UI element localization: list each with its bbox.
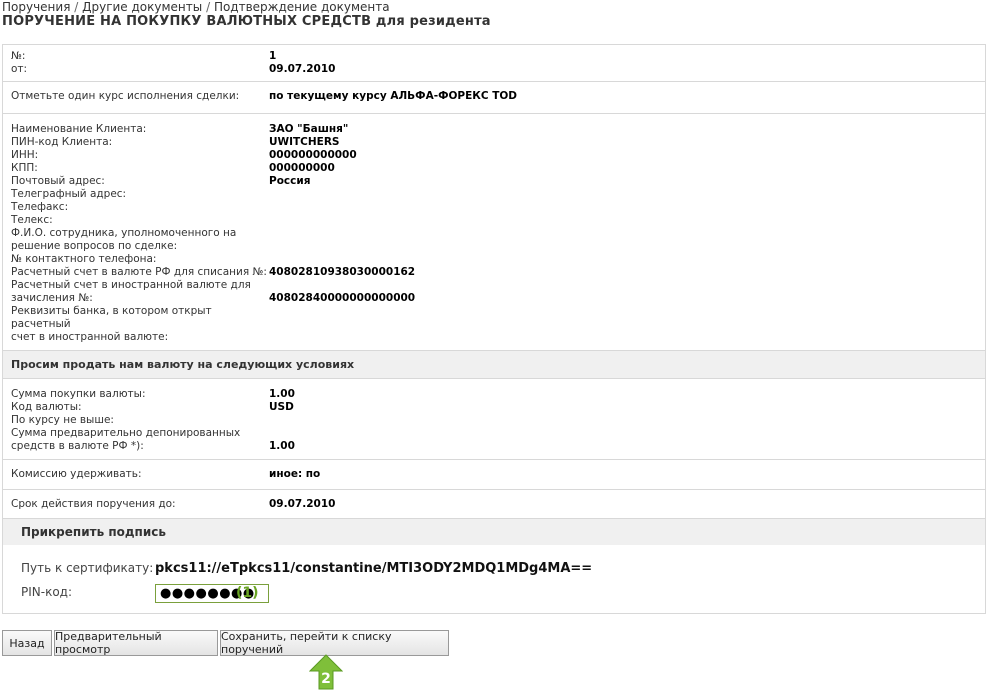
rub-account-label: Расчетный счет в валюте РФ для списания … — [11, 266, 267, 278]
fax-label: Телефакс: — [11, 201, 69, 213]
fx-account-label-line2: зачисления №: — [11, 292, 93, 304]
post-label: Почтовый адрес: — [11, 175, 105, 187]
signature-panel: Прикрепить подпись Путь к сертификату: p… — [2, 518, 986, 614]
currency-code-label: Код валюты: — [11, 401, 82, 413]
certificate-path: pkcs11://eTpkcs11/constantine/MTI3ODY2MD… — [155, 561, 593, 576]
post-value: Россия — [269, 175, 311, 187]
phone-label: № контактного телефона: — [11, 253, 157, 265]
currency-code-value: USD — [269, 401, 294, 413]
doc-number-section: №: 1 от: 09.07.2010 — [3, 45, 985, 82]
rate-value: по текущему курсу АЛЬФА-ФОРЕКС TOD — [269, 90, 518, 102]
client-name-value: ЗАО "Башня" — [269, 123, 349, 135]
amount-value: 1.00 — [269, 388, 295, 400]
date-label: от: — [11, 63, 28, 75]
document-panel: №: 1 от: 09.07.2010 Отметьте один курс исп… — [2, 44, 986, 520]
breadcrumb-item-orders[interactable]: Поручения — [2, 0, 70, 14]
kpp-label: КПП: — [11, 162, 38, 174]
page-title: ПОРУЧЕНИЕ НА ПОКУПКУ ВАЛЮТНЫХ СРЕДСТВ дл… — [2, 14, 491, 29]
client-section: Наименование Клиента: ЗАО "Башня" ПИН-код… — [3, 114, 985, 351]
preview-button[interactable]: Предварительный просмотр — [54, 630, 218, 656]
rate-section: Отметьте один курс исполнения сделки: по … — [3, 82, 985, 114]
validity-value: 09.07.2010 — [269, 498, 336, 510]
certificate-label: Путь к сертификату: — [21, 561, 154, 575]
breadcrumb-item-confirm: Подтверждение документа — [213, 0, 390, 14]
inn-label: ИНН: — [11, 149, 39, 161]
save-button[interactable]: Сохранить, перейти к списку поручений — [220, 630, 449, 656]
rate-label: Отметьте один курс исполнения сделки: — [11, 90, 240, 102]
back-button[interactable]: Назад — [2, 630, 52, 656]
deposit-value: 1.00 — [269, 440, 295, 452]
validity-label: Срок действия поручения до: — [11, 498, 176, 510]
amount-label: Сумма покупки валюты: — [11, 388, 146, 400]
validity-section: Срок действия поручения до: 09.07.2010 — [3, 490, 985, 519]
client-pin-label: ПИН-код Клиента: — [11, 136, 113, 148]
fio-label-line1: Ф.И.О. сотрудника, уполномоченного на — [11, 227, 237, 239]
kpp-value: 000000000 — [269, 162, 335, 174]
fx-account-label-line1: Расчетный счет в иностранной валюте для — [11, 279, 251, 291]
deposit-label-line2: средств в валюте РФ *): — [11, 440, 144, 452]
bank-label-line1: Реквизиты банка, в котором открыт расчет… — [11, 305, 212, 330]
breadcrumb: Поручения / Другие документы / Подтвержд… — [2, 0, 390, 14]
conditions-section: Сумма покупки валюты: 1.00 Код валюты: USD… — [3, 379, 985, 460]
bank-label-line2: счет в иностранной валюте: — [11, 331, 169, 343]
deposit-label-line1: Сумма предварительно депонированных — [11, 427, 241, 439]
client-name-label: Наименование Клиента: — [11, 123, 147, 135]
signature-header: Прикрепить подпись — [3, 519, 985, 545]
telegraph-label: Телеграфный адрес: — [11, 188, 127, 200]
breadcrumb-separator: / — [74, 0, 83, 14]
fx-account-value: 40802840000000000000 — [269, 292, 416, 304]
conditions-header: Просим продать нам валюту на следующих у… — [3, 351, 985, 379]
date-value: 09.07.2010 — [269, 63, 336, 75]
commission-label: Комиссию удерживать: — [11, 468, 142, 480]
step-marker-2: 2 — [321, 671, 331, 687]
step-marker-1: (1) — [236, 585, 259, 601]
up-arrow-icon: 2 — [309, 654, 343, 690]
telex-label: Телекс: — [11, 214, 53, 226]
breadcrumb-item-other-docs[interactable]: Другие документы — [82, 0, 202, 14]
pin-input[interactable]: ●●●●●●●● (1) — [155, 584, 269, 603]
commission-value: иное: по — [269, 468, 321, 480]
commission-section: Комиссию удерживать: иное: по — [3, 460, 985, 490]
fio-label-line2: решение вопросов по сделке: — [11, 240, 178, 252]
rub-account-value: 40802810938030000162 — [269, 266, 416, 278]
max-rate-label: По курсу не выше: — [11, 414, 114, 426]
client-pin-value: UWITCHERS — [269, 136, 340, 148]
number-value: 1 — [269, 50, 277, 62]
inn-value: 000000000000 — [269, 149, 357, 161]
pin-label: PIN-код: — [21, 585, 73, 599]
number-label: №: — [11, 50, 26, 62]
breadcrumb-separator: / — [206, 0, 214, 14]
